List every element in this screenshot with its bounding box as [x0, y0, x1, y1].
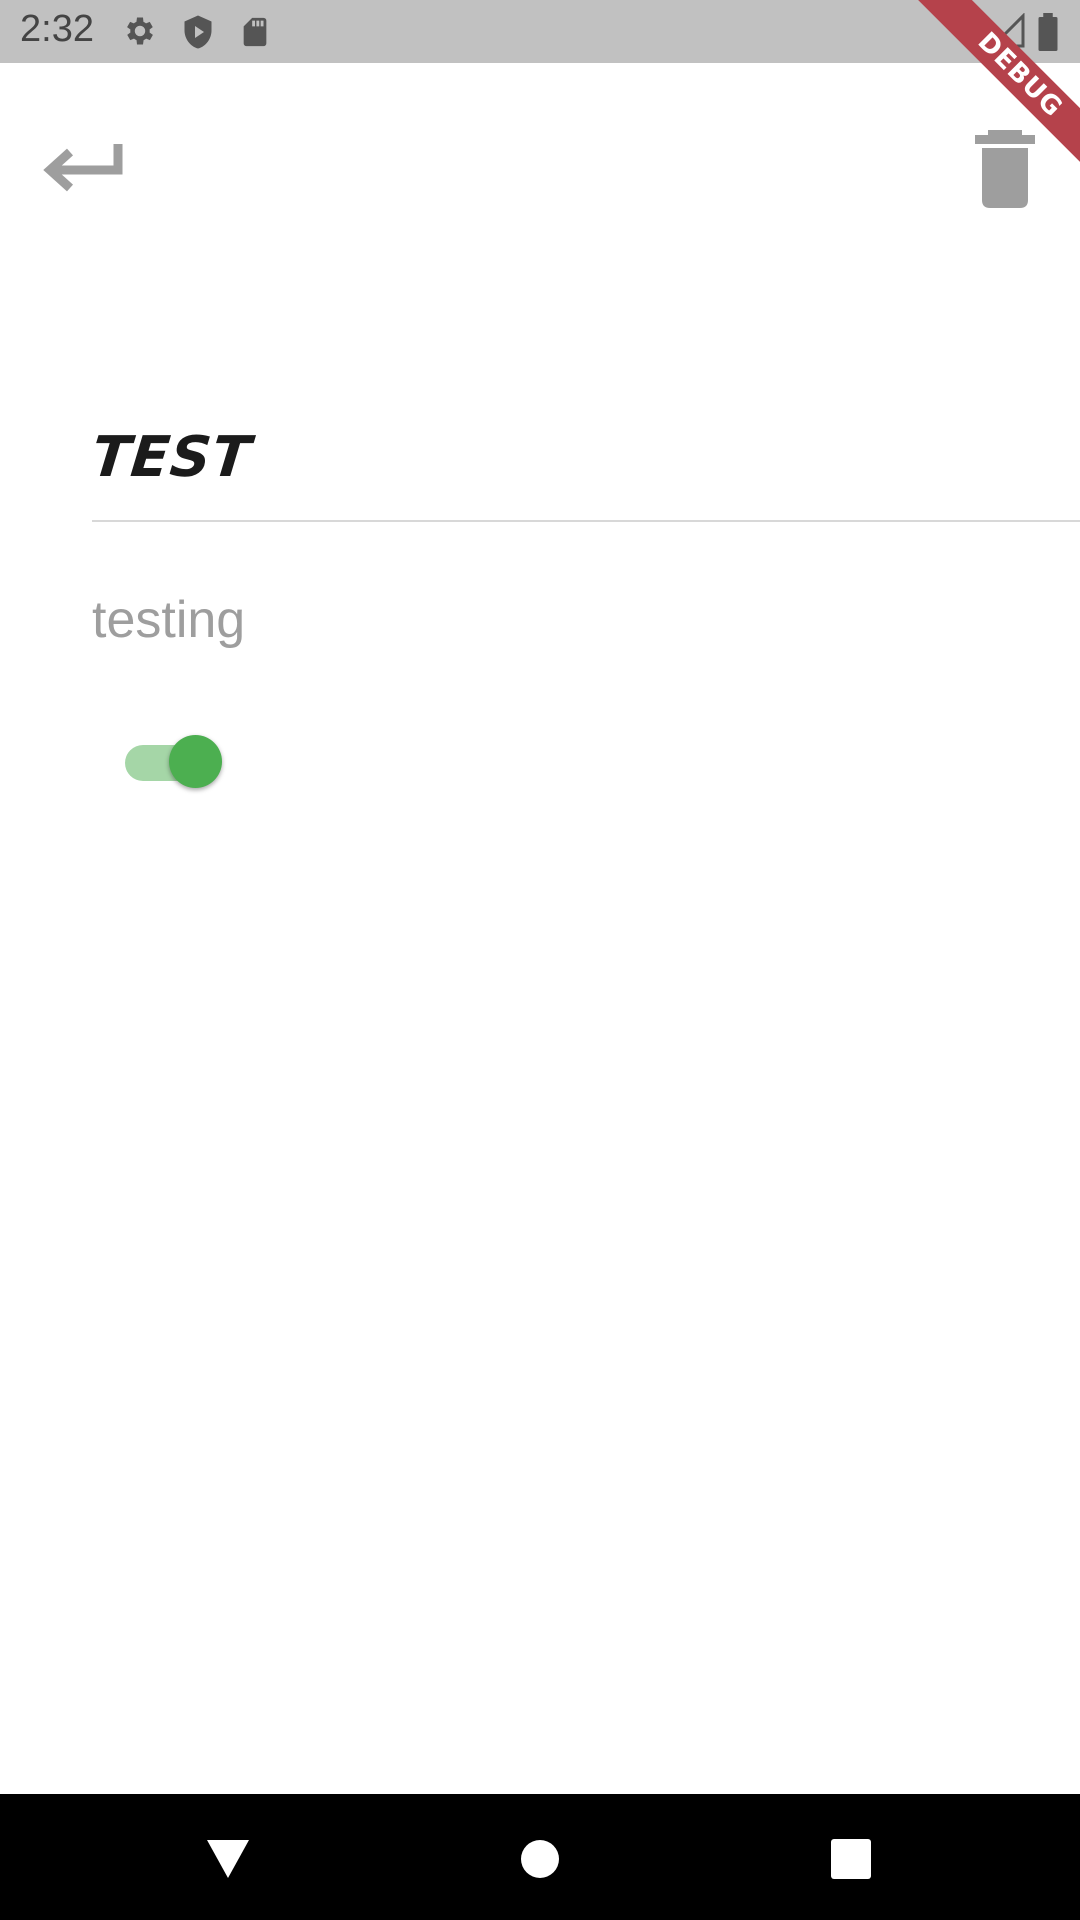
recents-square-icon	[831, 1839, 871, 1879]
home-circle-icon	[521, 1840, 559, 1878]
title-field[interactable]: TEST	[88, 425, 1080, 522]
sd-card-icon	[238, 13, 272, 56]
nav-back-button[interactable]	[193, 1824, 263, 1894]
description-field[interactable]: testing	[92, 590, 992, 660]
delete-button[interactable]	[970, 120, 1040, 210]
note-title: TEST	[88, 425, 255, 490]
keyboard-return-icon	[43, 144, 123, 192]
nav-home-button[interactable]	[505, 1824, 575, 1894]
gear-icon	[122, 13, 158, 54]
back-triangle-icon	[207, 1840, 249, 1878]
toggle-switch[interactable]	[125, 730, 225, 795]
status-time: 2:32	[20, 8, 94, 50]
navigation-bar	[0, 1794, 1080, 1920]
battery-icon	[1036, 13, 1060, 56]
shield-play-icon	[180, 13, 216, 56]
back-button[interactable]	[40, 130, 130, 200]
nav-recents-button[interactable]	[816, 1824, 886, 1894]
status-bar: 2:32	[0, 0, 1080, 63]
note-description: testing	[92, 591, 246, 649]
switch-thumb	[169, 735, 222, 788]
trash-icon	[975, 130, 1035, 208]
